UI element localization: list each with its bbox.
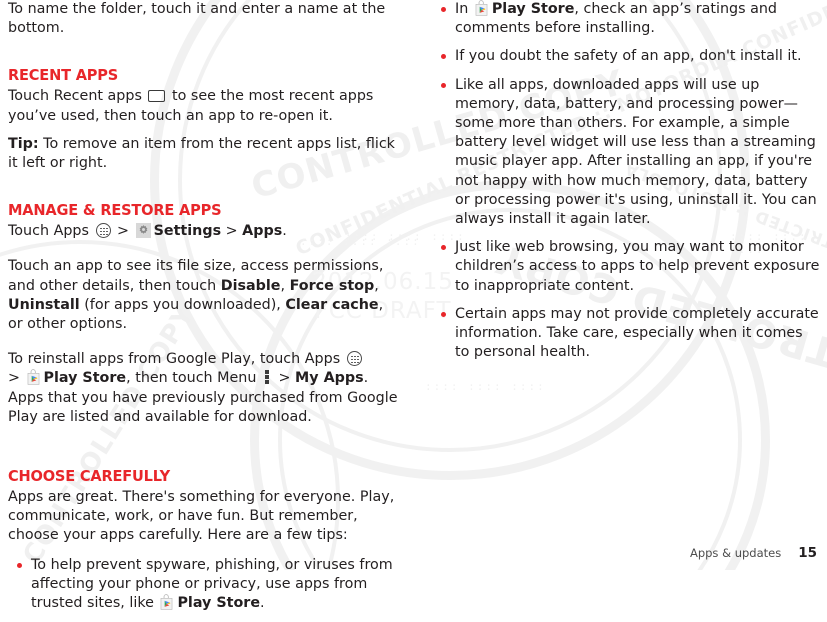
play-store-label: Play Store xyxy=(491,1,575,17)
list-item: If you doubt the safety of an app, don't… xyxy=(432,47,820,66)
reinstall-separator-2: > xyxy=(273,370,296,387)
heading-choose-carefully: CHOOSE CAREFULLY xyxy=(8,467,170,486)
list-item: Like all apps, downloaded apps will use … xyxy=(432,76,820,230)
path-apps-label: Apps xyxy=(242,223,283,240)
detail-text-3: , xyxy=(374,277,379,294)
reinstall-paragraph: To reinstall apps from Google Play, touc… xyxy=(8,350,400,427)
path-separator-1: > xyxy=(112,223,134,240)
clear-cache-label: Clear cache xyxy=(285,296,379,313)
choose-carefully-bullet-list: To help prevent spyware, phishing, or vi… xyxy=(8,556,400,614)
heading-manage-restore-apps: MANAGE & RESTORE APPS xyxy=(8,201,222,220)
play-store-label: Play Store xyxy=(177,595,261,612)
left-column: To name the folder, touch it and enter a… xyxy=(8,0,400,622)
apps-grid-icon xyxy=(346,351,362,367)
play-store-icon xyxy=(159,594,174,610)
reinstall-separator-1: > xyxy=(8,370,25,387)
detail-text-4: (for apps you downloaded), xyxy=(79,296,286,313)
heading-recent-apps: RECENT APPS xyxy=(8,66,119,85)
list-item: Certain apps may not provide completely … xyxy=(432,305,820,363)
list-item: Just like web browsing, you may want to … xyxy=(432,238,820,296)
bullet-text-1: Certain apps may not provide completely … xyxy=(455,305,819,361)
bullet-text-1: If you doubt the safety of an app, don't… xyxy=(455,48,802,65)
path-separator-2: > xyxy=(221,223,243,240)
path-touch-text: Touch Apps xyxy=(8,223,94,240)
recent-apps-paragraph: Touch Recent apps to see the most recent… xyxy=(8,87,400,125)
recent-apps-icon xyxy=(148,90,166,103)
recent-apps-tip: Tip: To remove an item from the recent a… xyxy=(8,135,400,173)
tip-label: Tip: xyxy=(8,135,39,152)
right-column: In Play Store, check an app’s ratings an… xyxy=(432,0,820,371)
overflow-menu-icon xyxy=(264,370,270,385)
bullet-text-1: Just like web browsing, you may want to … xyxy=(455,239,820,294)
path-settings-label: Settings xyxy=(153,223,222,240)
settings-path-paragraph: Touch Apps > Settings > Apps. xyxy=(8,222,400,241)
intro-paragraph: To name the folder, touch it and enter a… xyxy=(8,1,386,37)
detail-text-2: , xyxy=(280,277,290,294)
footer-page-number: 15 xyxy=(798,545,817,561)
my-apps-label: My Apps xyxy=(295,370,364,387)
reinstall-text-1: To reinstall apps from Google Play, touc… xyxy=(8,351,345,368)
reinstall-text-2: , then touch Menu xyxy=(126,370,261,387)
list-item: In Play Store, check an app’s ratings an… xyxy=(432,0,820,38)
settings-gear-icon xyxy=(135,223,151,239)
choose-carefully-intro: Apps are great. There's something for ev… xyxy=(8,489,395,544)
uninstall-label: Uninstall xyxy=(8,296,80,313)
path-period: . xyxy=(282,223,287,240)
recent-apps-text-before: Touch Recent apps xyxy=(8,88,147,105)
play-store-icon xyxy=(474,0,489,16)
force-stop-label: Force stop xyxy=(289,277,375,294)
play-store-icon xyxy=(26,369,41,386)
manual-page: To name the folder, touch it and enter a… xyxy=(0,0,827,611)
bullet-text-1: Like all apps, downloaded apps will use … xyxy=(455,76,817,228)
play-store-label: Play Store xyxy=(43,370,127,387)
bullet-text-2: . xyxy=(260,595,265,612)
page-footer: Apps & updates 15 xyxy=(690,545,817,561)
footer-chapter-title: Apps & updates xyxy=(689,546,782,560)
bullet-text-1: In xyxy=(455,1,473,17)
app-details-paragraph: Touch an app to see its file size, acces… xyxy=(8,257,400,334)
apps-grid-icon xyxy=(95,223,111,239)
list-item: To help prevent spyware, phishing, or vi… xyxy=(8,556,400,614)
tip-text: To remove an item from the recent apps l… xyxy=(8,135,395,172)
disable-label: Disable xyxy=(220,277,281,294)
safety-tips-bullet-list: In Play Store, check an app’s ratings an… xyxy=(432,0,820,362)
